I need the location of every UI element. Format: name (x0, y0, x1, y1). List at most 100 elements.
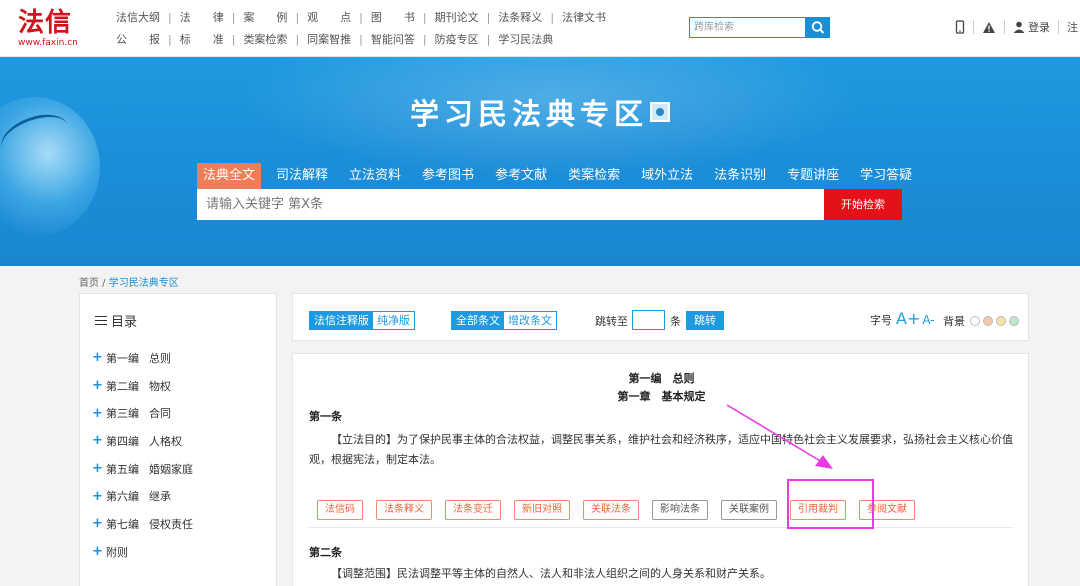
main-nav: 法信大纲 | 法 律 | 案 例 | 观 点 | 图 书 | 期刊论文 | 法条释义 | 法律文书 公 报 |… (116, 6, 676, 50)
category-tab[interactable]: 立法资料 (343, 163, 407, 189)
toc-part-label: 第二编 (106, 379, 139, 393)
nav-link[interactable]: 法 律 (180, 9, 224, 25)
nav-link[interactable]: 案 例 (243, 9, 287, 25)
expand-plus-icon[interactable]: + (92, 489, 103, 504)
article-divider (309, 527, 1013, 528)
jump-unit: 条 (670, 315, 681, 328)
toc-title: 目录 (111, 315, 138, 330)
font-increase-button[interactable]: A+ (896, 309, 920, 328)
category-tab[interactable]: 专题讲座 (781, 163, 845, 189)
search-icon (811, 21, 825, 34)
background-color-option[interactable] (996, 316, 1006, 326)
toc-item[interactable]: + 附则 (92, 538, 193, 566)
expand-plus-icon[interactable]: + (92, 406, 103, 421)
nav-link[interactable]: 标 准 (180, 31, 224, 47)
login-link[interactable]: 登录 (1028, 19, 1050, 35)
toc-item[interactable]: + 第二编 物权 (92, 372, 193, 400)
logo-url: www.faxin.cn (18, 38, 78, 48)
register-link[interactable]: 注 (1067, 19, 1078, 35)
expand-plus-icon[interactable]: + (92, 378, 103, 393)
breadcrumb-current[interactable]: 学习民法典专区 (109, 278, 179, 289)
nav-link[interactable]: 类案检索 (243, 31, 287, 47)
article-action-button[interactable]: 法信码 (317, 500, 363, 520)
expand-plus-icon[interactable]: + (92, 350, 103, 365)
expand-plus-icon[interactable]: + (92, 461, 103, 476)
nav-link[interactable]: 学习民法典 (498, 31, 553, 47)
toc-item[interactable]: + 第六编 继承 (92, 482, 193, 510)
nav-link[interactable]: 图 书 (371, 9, 415, 25)
category-tab[interactable]: 法条识别 (708, 163, 772, 189)
toc-item[interactable]: + 第四编 人格权 (92, 427, 193, 455)
qr-code-icon[interactable] (650, 102, 670, 122)
category-tab[interactable]: 类案检索 (562, 163, 626, 189)
toc-item[interactable]: + 第五编 婚姻家庭 (92, 455, 193, 483)
article-action-button[interactable]: 影响法条 (652, 500, 708, 520)
toc-item[interactable]: + 第七编 侵权责任 (92, 510, 193, 538)
zone-title-text: 学习民法典专区 (409, 97, 648, 131)
toc-part-name: 人格权 (149, 434, 182, 448)
background-control: 背景 (943, 313, 1019, 329)
category-tab[interactable]: 学习答疑 (854, 163, 918, 189)
nav-link[interactable]: 公 报 (116, 31, 160, 47)
nav-link[interactable]: 法条释义 (498, 9, 542, 25)
article-action-button[interactable]: 法条变迁 (445, 500, 501, 520)
nav-link[interactable]: 同案智推 (307, 31, 351, 47)
category-tab[interactable]: 司法解释 (270, 163, 334, 189)
category-tab[interactable]: 法典全文 (197, 163, 262, 189)
expand-plus-icon[interactable]: + (92, 516, 103, 531)
toc-part-label: 第七编 (106, 517, 139, 531)
background-color-option[interactable] (1009, 316, 1019, 326)
nav-separator: | (231, 10, 236, 24)
segment-option[interactable]: 纯净版 (373, 312, 414, 329)
article-action-button[interactable]: 新旧对照 (514, 500, 570, 520)
category-tab[interactable]: 域外立法 (635, 163, 699, 189)
user-toolbar: 登录 注 (955, 19, 1078, 35)
toc-part-name: 继承 (149, 490, 171, 504)
breadcrumb: 首页 / 学习民法典专区 (79, 274, 179, 289)
top-search-button[interactable] (806, 17, 830, 38)
toc-part-label: 第五编 (106, 462, 139, 476)
article-action-button[interactable]: 法条释义 (376, 500, 432, 520)
segment-option[interactable]: 全部条文 (452, 312, 504, 329)
font-decrease-button[interactable]: A- (922, 313, 934, 327)
breadcrumb-home[interactable]: 首页 (79, 278, 99, 289)
category-tab[interactable]: 参考文献 (489, 163, 553, 189)
toc-part-label: 附则 (106, 545, 128, 559)
keyword-search-input[interactable]: 请输入关键字 第X条 (197, 189, 824, 220)
cross-library-search-input[interactable]: 跨库检索 (689, 17, 806, 38)
nav-separator: | (295, 10, 300, 24)
nav-link[interactable]: 智能问答 (371, 31, 415, 47)
expand-plus-icon[interactable]: + (92, 433, 103, 448)
expand-plus-icon[interactable]: + (92, 544, 103, 559)
hero-banner: 学习民法典专区 法典全文 司法解释 立法资料 参考图书 参考文献 类案检索 域外立法 法条识别… (0, 57, 1080, 266)
segment-option[interactable]: 增改条文 (504, 312, 556, 329)
nav-link[interactable]: 防疫专区 (435, 31, 479, 47)
nav-link[interactable]: 期刊论文 (435, 9, 479, 25)
chapter-title: 第一章 基本规定 (617, 390, 706, 403)
background-color-option[interactable] (983, 316, 993, 326)
article-text: 【立法目的】为了保护民事主体的合法权益，调整民事关系，维护社会和经济秩序，适应中… (309, 433, 1013, 466)
toc-part-name: 合同 (149, 407, 171, 421)
nav-link[interactable]: 观 点 (307, 9, 351, 25)
warning-icon[interactable] (982, 21, 996, 34)
jump-label: 跳转至 (595, 315, 628, 328)
toc-part-label: 第四编 (106, 434, 139, 448)
nav-link[interactable]: 法律文书 (562, 9, 606, 25)
category-tab[interactable]: 参考图书 (416, 163, 480, 189)
article-action-button[interactable]: 关联案例 (721, 500, 777, 520)
scope-switch: 全部条文 增改条文 (451, 311, 557, 330)
article-action-button[interactable]: 关联法条 (583, 500, 639, 520)
zone-title: 学习民法典专区 (0, 91, 1080, 133)
article-number-input[interactable] (632, 310, 665, 330)
segment-option[interactable]: 法信注释版 (310, 312, 373, 329)
nav-link[interactable]: 法信大纲 (116, 9, 160, 25)
start-search-button[interactable]: 开始检索 (824, 189, 902, 220)
toc-item[interactable]: + 第三编 合同 (92, 399, 193, 427)
faxin-logo[interactable]: 法信 www.faxin.cn (18, 8, 80, 48)
article-heading: 第一条 (309, 410, 342, 423)
nav-separator: | (295, 32, 300, 46)
mobile-icon[interactable] (955, 20, 965, 34)
jump-button[interactable]: 跳转 (686, 311, 724, 330)
background-color-option[interactable] (970, 316, 980, 326)
toc-item[interactable]: + 第一编 总则 (92, 344, 193, 372)
